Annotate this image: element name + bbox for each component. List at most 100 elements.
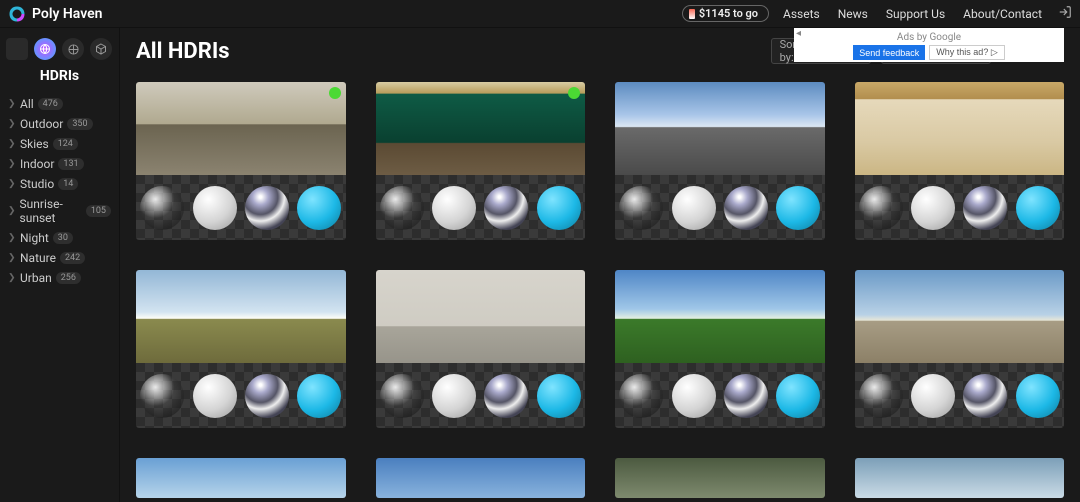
patreon-goal-pill[interactable]: $1145 to go	[682, 5, 769, 22]
sphere-matte	[432, 374, 476, 418]
sphere-chrome	[484, 374, 528, 418]
category-item[interactable]: ❯All476	[6, 94, 113, 114]
sphere-cyan	[537, 374, 581, 418]
sphere-matte	[672, 186, 716, 230]
chevron-right-icon: ❯	[8, 179, 16, 189]
new-badge	[568, 87, 580, 99]
hdri-panorama	[855, 82, 1065, 175]
sphere-cyan	[537, 186, 581, 230]
category-label: Indoor	[20, 157, 54, 171]
nav-about[interactable]: About/Contact	[963, 7, 1042, 21]
hdri-card[interactable]	[376, 82, 586, 240]
category-count: 105	[86, 205, 111, 217]
asset-type-hdri-button[interactable]	[34, 38, 56, 60]
sphere-glass	[380, 186, 424, 230]
hdri-card[interactable]	[855, 82, 1065, 240]
sphere-glass	[859, 374, 903, 418]
hdri-card[interactable]	[615, 82, 825, 240]
sphere-chrome	[963, 374, 1007, 418]
sphere-cyan	[776, 186, 820, 230]
category-item[interactable]: ❯ Skies 124	[6, 134, 113, 154]
hdri-panorama	[376, 458, 586, 498]
chevron-right-icon: ❯	[8, 119, 16, 129]
sphere-matte	[672, 374, 716, 418]
sphere-cyan	[297, 374, 341, 418]
hdri-card[interactable]	[615, 458, 825, 498]
page-title: All HDRIs	[136, 39, 230, 64]
category-item[interactable]: ❯Sunrise-sunset105	[6, 194, 113, 228]
ad-close-icon[interactable]: ◂	[796, 28, 801, 39]
sphere-cyan	[297, 186, 341, 230]
hdri-card[interactable]	[855, 458, 1065, 498]
category-count: 124	[53, 138, 78, 150]
sidebar: HDRIs ❯All476❯Outdoor350❯Skies124❯Indoor…	[0, 28, 120, 502]
sphere-chrome	[724, 374, 768, 418]
category-count: 14	[58, 178, 78, 190]
sphere-chrome	[484, 186, 528, 230]
hdri-panorama	[615, 270, 825, 363]
hdri-panorama	[136, 270, 346, 363]
category-label: Nature	[20, 251, 56, 265]
hdri-panorama	[855, 458, 1065, 498]
sphere-cyan	[1016, 186, 1060, 230]
sphere-matte	[432, 186, 476, 230]
category-label: Sunrise-sunset	[20, 197, 82, 225]
nav-assets[interactable]: Assets	[783, 7, 820, 21]
hdri-spheres	[376, 175, 586, 240]
category-label: All	[20, 97, 34, 111]
hdri-panorama	[136, 82, 346, 175]
nav-news[interactable]: News	[838, 7, 868, 21]
sphere-cyan	[1016, 374, 1060, 418]
hdri-spheres	[136, 175, 346, 240]
hdri-panorama	[376, 270, 586, 363]
category-item[interactable]: ❯Studio14	[6, 174, 113, 194]
chevron-right-icon: ❯	[8, 273, 16, 283]
ad-feedback-button[interactable]: Send feedback	[853, 45, 925, 60]
top-nav: Assets News Support Us About/Contact	[783, 7, 1042, 21]
hdri-spheres	[615, 363, 825, 428]
category-label: Skies	[20, 137, 49, 151]
category-count: 131	[58, 158, 83, 170]
category-item[interactable]: ❯ Urban 256	[6, 268, 113, 288]
sphere-glass	[380, 374, 424, 418]
hdri-card[interactable]	[136, 82, 346, 240]
asset-type-textures-button[interactable]	[62, 38, 84, 60]
chevron-right-icon: ❯	[8, 139, 16, 149]
sphere-matte	[911, 186, 955, 230]
nav-support[interactable]: Support Us	[886, 7, 945, 21]
ad-title: Ads by Google	[800, 32, 1058, 43]
hdri-card[interactable]	[376, 270, 586, 428]
hdri-card[interactable]	[855, 270, 1065, 428]
sphere-matte	[911, 374, 955, 418]
category-item[interactable]: ❯Night30	[6, 228, 113, 248]
hdri-card[interactable]	[615, 270, 825, 428]
category-count: 350	[67, 118, 92, 130]
ad-box: ◂ Ads by Google Send feedback Why this a…	[794, 28, 1064, 62]
hdri-card[interactable]	[136, 270, 346, 428]
hdri-card[interactable]	[136, 458, 346, 498]
new-badge	[329, 87, 341, 99]
ad-why-button[interactable]: Why this ad? ▷	[929, 45, 1004, 60]
sphere-chrome	[245, 186, 289, 230]
category-count: 30	[53, 232, 73, 244]
category-count: 256	[56, 272, 81, 284]
sphere-glass	[619, 186, 663, 230]
sphere-glass	[859, 186, 903, 230]
asset-type-models-button[interactable]	[90, 38, 112, 60]
category-label: Urban	[20, 271, 52, 285]
asset-type-grid-button[interactable]	[6, 38, 28, 60]
hdri-panorama	[615, 458, 825, 498]
category-item[interactable]: ❯Nature242	[6, 248, 113, 268]
login-icon[interactable]	[1058, 5, 1072, 23]
patreon-icon	[689, 9, 695, 19]
site-name: Poly Haven	[32, 6, 103, 22]
sphere-chrome	[245, 374, 289, 418]
category-label: Outdoor	[20, 117, 63, 131]
hdri-spheres	[615, 175, 825, 240]
site-logo[interactable]: Poly Haven	[8, 5, 103, 23]
chevron-right-icon: ❯	[8, 253, 16, 263]
category-item[interactable]: ❯ Outdoor 350	[6, 114, 113, 134]
category-item[interactable]: ❯Indoor131	[6, 154, 113, 174]
hdri-card[interactable]	[376, 458, 586, 498]
hdri-panorama	[376, 82, 586, 175]
